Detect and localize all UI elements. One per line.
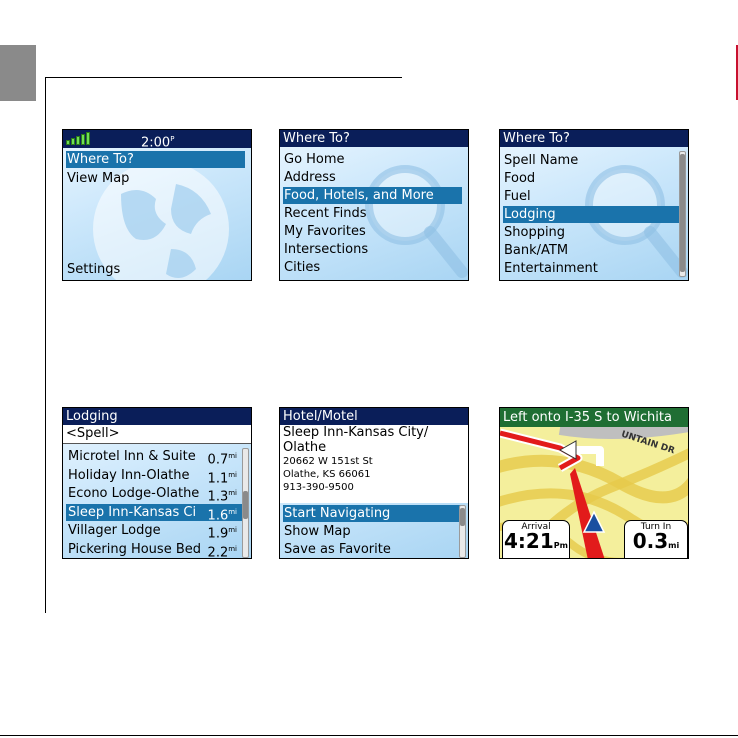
list-item[interactable]: Spell Name	[503, 152, 682, 169]
lodging-name: Microtel Inn & Suite	[68, 449, 196, 464]
menu-settings[interactable]: Settings	[66, 261, 245, 278]
street-label: UNTAIN DR	[619, 429, 676, 457]
scroll-thumb[interactable]	[460, 508, 465, 526]
screen-map: Left onto I-35 S to Wichita UNTAIN DR Ar…	[499, 407, 689, 559]
turn-distance-box[interactable]: Turn In 0.3mi	[624, 520, 688, 558]
header-rule	[45, 77, 402, 78]
scrollbar[interactable]	[459, 505, 466, 558]
screen-main-menu: 2:00P Where To? View Map Settings	[62, 129, 252, 281]
list-item[interactable]: Food, Hotels, and More	[283, 187, 462, 204]
lodging-name: Holiday Inn-Olathe	[68, 467, 190, 483]
footer-rule	[0, 735, 738, 736]
menu-where-to[interactable]: Where To?	[66, 151, 245, 168]
section-tab	[0, 45, 36, 101]
list-item[interactable]: Food	[503, 170, 682, 187]
lodging-distance: 1.1mi	[207, 470, 237, 484]
scrollbar[interactable]	[242, 448, 249, 558]
list-item[interactable]: Recent Finds	[283, 205, 462, 222]
hotel-address: 20662 W 151st St	[283, 456, 373, 467]
screen-title: Where To?	[280, 130, 468, 147]
list-item[interactable]: Pickering House Bed 2.2mi	[66, 541, 245, 558]
screen-title: Lodging	[63, 408, 251, 425]
hotel-name-2: Olathe	[283, 440, 327, 455]
list-item[interactable]: My Favorites	[283, 223, 462, 240]
screen-where-to: Where To? Go Home Address Food, Hotels, an…	[279, 129, 469, 281]
lodging-distance: 1.9mi	[207, 526, 237, 539]
list-item[interactable]: Lodging	[503, 206, 682, 223]
screen-title: Where To?	[500, 130, 688, 147]
hotel-city: Olathe, KS 66061	[283, 469, 371, 480]
margin-rule	[45, 77, 46, 613]
list-item[interactable]: Show Map	[283, 523, 462, 540]
arrival-value: 4:21Pm	[504, 529, 568, 553]
screen-where-to-categories: Where To? Spell Name Food Fuel Lodging Shopp…	[499, 129, 689, 281]
lodging-name: Sleep Inn-Kansas Ci	[68, 504, 197, 520]
list-item[interactable]: Entertainment	[503, 260, 682, 277]
list-item[interactable]: Fuel	[503, 188, 682, 205]
clock: 2:00P	[141, 135, 175, 151]
list-item[interactable]: Cities	[283, 259, 462, 276]
screen-title: Hotel/Motel	[280, 408, 468, 425]
list-item[interactable]: Address	[283, 169, 462, 186]
hotel-phone: 913-390-9500	[283, 482, 354, 493]
signal-strength-icon	[66, 130, 91, 145]
list-item[interactable]: Shopping	[503, 224, 682, 241]
list-item[interactable]: Holiday Inn-Olathe 1.1mi	[66, 467, 245, 484]
turn-value: 0.3mi	[632, 529, 680, 553]
list-item[interactable]: Go Home	[283, 151, 462, 168]
lodging-distance: 2.2mi	[207, 544, 237, 558]
hotel-info: Sleep Inn-Kansas City/ Olathe 20662 W 15…	[280, 425, 468, 503]
list-item[interactable]: Econo Lodge-Olathe 1.3mi	[66, 485, 245, 502]
lodging-distance: 1.6mi	[207, 507, 237, 521]
menu-view-map[interactable]: View Map	[66, 170, 245, 187]
lodging-name: Pickering House Bed	[68, 541, 201, 557]
scroll-thumb[interactable]	[243, 491, 248, 519]
list-item[interactable]: Intersections	[283, 241, 462, 258]
list-item[interactable]: Villager Lodge 1.9mi	[66, 522, 245, 539]
lodging-distance: 0.7mi	[207, 452, 237, 465]
list-item[interactable]: Save as Favorite	[283, 541, 462, 558]
list-item[interactable]: Sleep Inn-Kansas Ci 1.6mi	[66, 503, 245, 521]
screen-hotel-detail: Hotel/Motel Sleep Inn-Kansas City/ Olath…	[279, 407, 469, 559]
list-item[interactable]: Microtel Inn & Suite 0.7mi	[66, 448, 245, 465]
status-bar: 2:00P	[63, 130, 251, 150]
screen-lodging: Lodging <Spell> Microtel Inn & Suite 0.7m…	[62, 407, 252, 559]
list-item[interactable]: Bank/ATM	[503, 242, 682, 259]
lodging-name: Villager Lodge	[68, 523, 161, 538]
list-item[interactable]: Start Navigating	[283, 505, 462, 522]
scrollbar[interactable]	[679, 151, 686, 277]
lodging-distance: 1.3mi	[207, 489, 237, 502]
arrival-time-box[interactable]: Arrival 4:21Pm	[502, 520, 570, 558]
scroll-thumb[interactable]	[680, 154, 685, 272]
hotel-name: Sleep Inn-Kansas City/	[283, 425, 429, 440]
turn-instruction-banner[interactable]: Left onto I-35 S to Wichita	[500, 408, 688, 427]
lodging-name: Econo Lodge-Olathe	[68, 486, 200, 501]
spell-input[interactable]: <Spell>	[63, 425, 251, 444]
